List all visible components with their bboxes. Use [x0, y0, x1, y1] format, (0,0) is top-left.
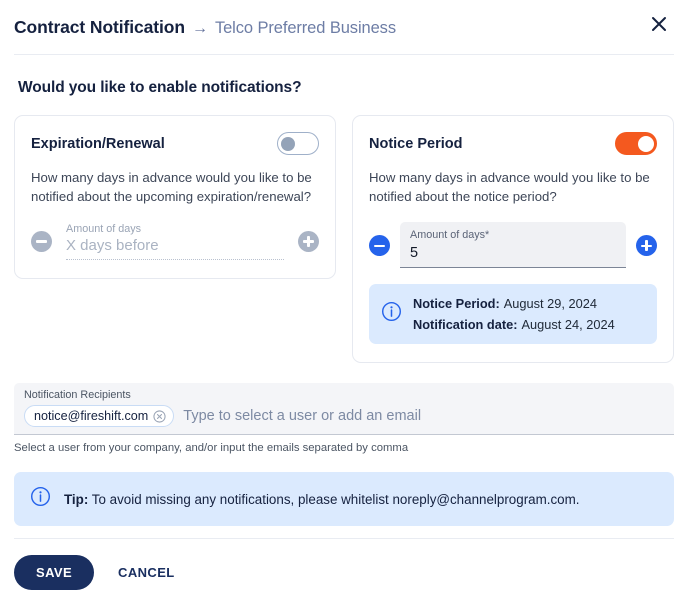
info-value-notification-date: August 24, 2024: [521, 317, 615, 333]
card-title-notice-period: Notice Period: [369, 135, 463, 152]
field-label: Amount of days*: [410, 229, 490, 242]
info-icon: [381, 301, 402, 327]
info-line-notification-date: Notification date: August 24, 2024: [413, 317, 615, 332]
info-lines: Notice Period: August 29, 2024 Notificati…: [413, 296, 615, 332]
field-label: Amount of days: [66, 223, 142, 236]
tip-prefix: Tip:: [64, 491, 89, 507]
close-icon: [651, 16, 667, 32]
decrement-button-expiration-renewal: [31, 230, 52, 252]
toggle-notice-period[interactable]: [615, 132, 657, 155]
increment-button-expiration-renewal: [298, 230, 319, 252]
remove-recipient-icon[interactable]: [153, 410, 166, 423]
notification-cards: Expiration/Renewal How many days in adva…: [14, 115, 674, 364]
recipients-row: notice@fireshift.com Type to select a us…: [24, 405, 664, 428]
card-notice-period: Notice Period How many days in advance w…: [352, 115, 674, 364]
card-title-expiration-renewal: Expiration/Renewal: [31, 135, 165, 152]
card-expiration-renewal: Expiration/Renewal How many days in adva…: [14, 115, 336, 280]
stepper-expiration-renewal: Amount of days X days before: [31, 222, 319, 261]
card-header: Notice Period: [369, 132, 657, 155]
section-question: Would you like to enable notifications?: [18, 79, 302, 96]
decrement-button-notice-period[interactable]: [369, 234, 390, 256]
arrow-right-icon: →: [191, 19, 208, 37]
tip-text: Tip: To avoid missing any notifications,…: [64, 492, 580, 507]
contract-notification-dialog: Contract Notification → Telco Preferred …: [0, 0, 688, 606]
field-placeholder: X days before: [66, 237, 159, 255]
save-button[interactable]: SAVE: [14, 555, 95, 590]
info-icon: [30, 486, 51, 512]
dialog-footer: SAVE CANCEL: [0, 539, 688, 606]
recipients-helper-text: Select a user from your company, and/or …: [14, 442, 409, 455]
card-description-expiration-renewal: How many days in advance would you like …: [31, 170, 312, 205]
notification-recipients-field[interactable]: Notification Recipients notice@fireshift…: [14, 383, 674, 436]
notice-period-info-box: Notice Period: August 29, 2024 Notificati…: [369, 284, 657, 345]
plus-icon: [303, 235, 314, 247]
card-header: Expiration/Renewal: [31, 132, 319, 155]
recipients-label: Notification Recipients: [24, 389, 131, 402]
tip-body: To avoid missing any notifications, plea…: [91, 491, 580, 507]
info-line-notice-period: Notice Period: August 29, 2024: [413, 296, 615, 311]
stepper-notice-period: Amount of days* 5: [369, 222, 657, 269]
recipients-input-placeholder[interactable]: Type to select a user or add an email: [183, 408, 421, 424]
recipient-chip[interactable]: notice@fireshift.com: [24, 405, 175, 428]
increment-button-notice-period[interactable]: [636, 234, 657, 256]
breadcrumb: Contract Notification → Telco Preferred …: [14, 17, 396, 38]
dialog-body: Would you like to enable notifications? …: [0, 55, 688, 538]
field-value: 5: [410, 245, 419, 262]
toggle-knob: [637, 135, 654, 152]
minus-icon: [374, 240, 385, 251]
breadcrumb-subtitle: Telco Preferred Business: [214, 18, 396, 37]
card-description-notice-period: How many days in advance would you like …: [369, 170, 650, 205]
cancel-button[interactable]: CANCEL: [104, 555, 189, 590]
info-label-notice-period: Notice Period:: [413, 296, 500, 312]
tip-banner: Tip: To avoid missing any notifications,…: [14, 472, 674, 527]
page-title: Contract Notification: [14, 16, 185, 37]
field-underline: [66, 259, 284, 261]
plus-icon: [641, 239, 652, 251]
recipient-email: notice@fireshift.com: [34, 409, 149, 424]
minus-icon: [36, 236, 47, 247]
info-value-notice-period: August 29, 2024: [503, 296, 597, 312]
amount-of-days-field-expiration-renewal[interactable]: Amount of days X days before: [62, 222, 288, 261]
dialog-header: Contract Notification → Telco Preferred …: [0, 0, 688, 54]
amount-of-days-field-notice-period[interactable]: Amount of days* 5: [400, 222, 626, 269]
info-label-notification-date: Notification date:: [413, 317, 518, 333]
close-button[interactable]: [642, 7, 676, 41]
toggle-expiration-renewal[interactable]: [277, 132, 319, 155]
toggle-knob: [281, 136, 295, 151]
